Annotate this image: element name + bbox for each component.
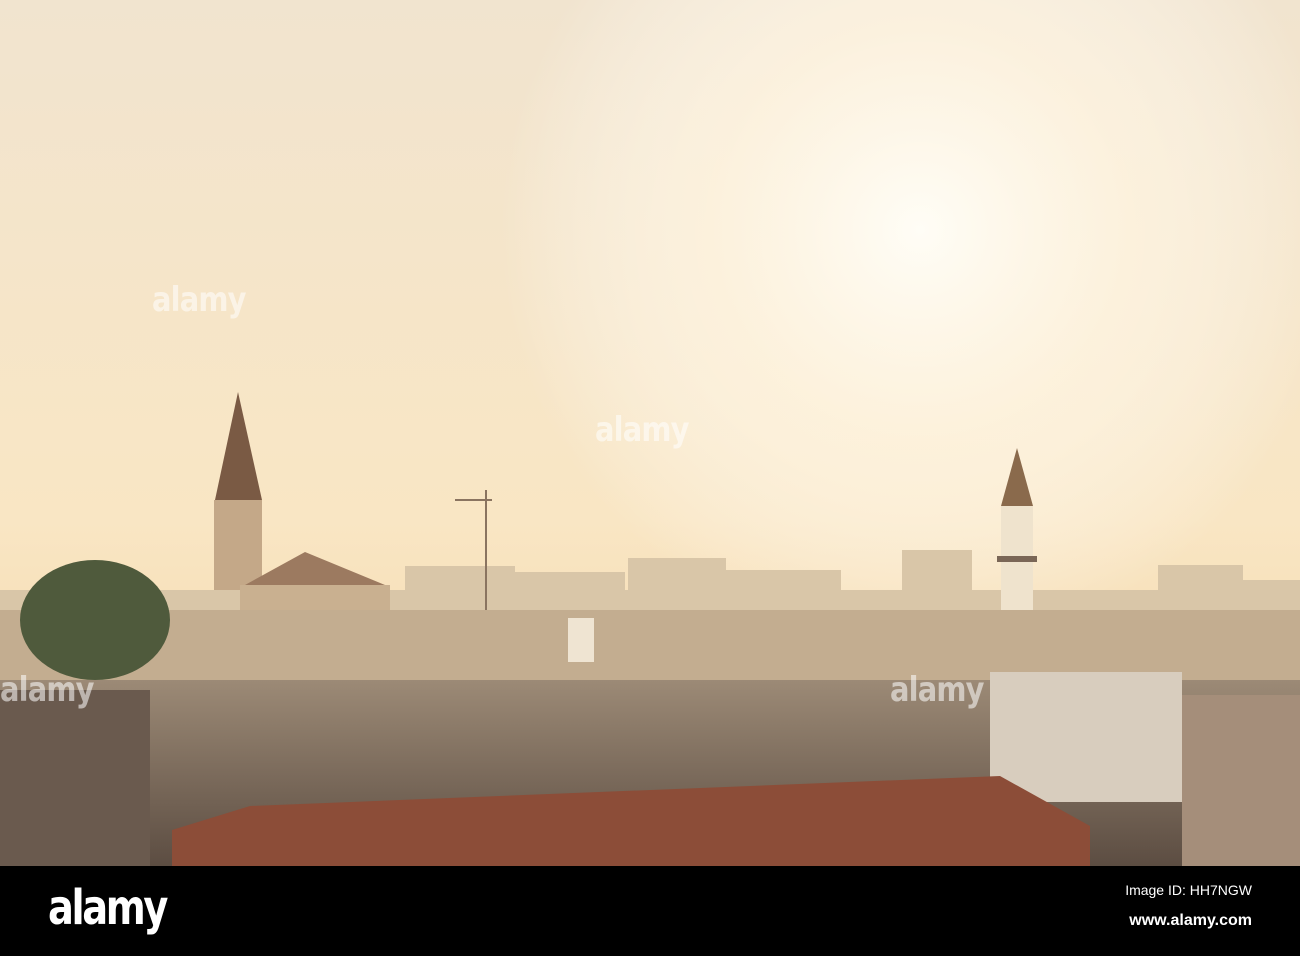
footer-bar: alamy Image ID: HH7NGW www.alamy.com bbox=[0, 866, 1300, 956]
watermark: alamy bbox=[890, 670, 984, 710]
watermark: alamy bbox=[0, 670, 94, 710]
alamy-logo: alamy bbox=[48, 880, 168, 936]
tree bbox=[20, 560, 170, 680]
watermark: alamy bbox=[595, 410, 689, 450]
watermark: alamy bbox=[152, 280, 246, 320]
website-link[interactable]: www.alamy.com bbox=[1129, 912, 1252, 930]
image-id: Image ID: HH7NGW bbox=[1125, 882, 1252, 898]
